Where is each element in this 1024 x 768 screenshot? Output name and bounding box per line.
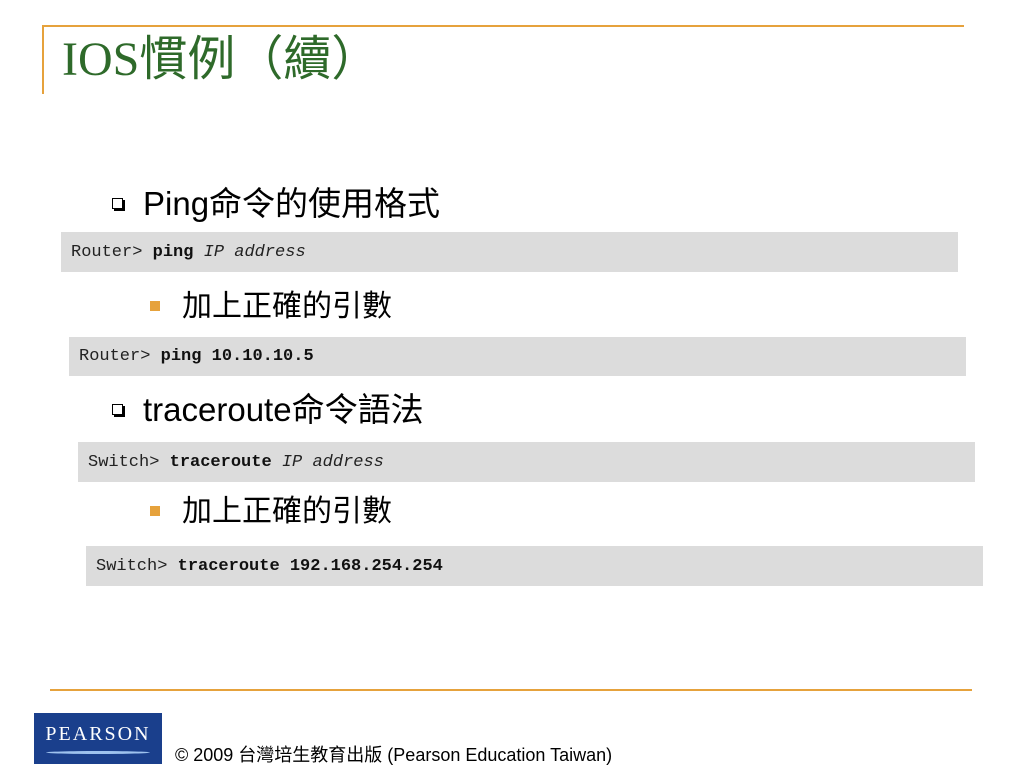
ping-syntax-argument: IP address [193,242,306,262]
square-bullet-icon [150,506,160,517]
traceroute-example-box: Switch> traceroute 192.168.254.254 [86,546,983,586]
ping-syntax-command: ping [152,242,194,262]
ping-example-prompt: Router> [79,347,161,366]
square-bullet-icon [150,301,160,312]
traceroute-syntax-argument: IP address [271,452,384,472]
traceroute-syntax-prompt: Switch> [88,452,170,472]
ping-example-command: ping 10.10.10.5 [160,347,314,366]
bullet-ping: Ping命令的使用格式 [112,187,440,220]
traceroute-syntax-command: traceroute [169,452,272,472]
ping-example-box: Router> ping 10.10.10.5 [69,337,966,376]
slide-title: IOS慣例（續） [62,33,380,86]
traceroute-example-prompt: Switch> [96,556,178,576]
copyright-text: © 2009 台灣培生教育出版 (Pearson Education Taiwa… [175,745,613,765]
pearson-logo: PEARSON [34,713,162,764]
pearson-logo-text: PEARSON [45,723,151,745]
hollow-square-bullet-icon [112,403,123,415]
title-rule-left [42,25,44,94]
sub-bullet-traceroute: 加上正確的引數 [150,497,392,527]
bullet-traceroute-label: traceroute命令語法 [143,391,424,428]
sub-bullet-ping: 加上正確的引數 [150,292,392,322]
traceroute-syntax-box: Switch> traceroute IP address [78,442,975,482]
hollow-square-bullet-icon [112,197,123,209]
logo-swoosh-icon [46,751,150,754]
traceroute-example-command: traceroute 192.168.254.254 [177,556,443,576]
ping-syntax-prompt: Router> [71,242,153,262]
title-rule-top [42,25,964,27]
bullet-traceroute: traceroute命令語法 [112,393,424,426]
sub-bullet-traceroute-label: 加上正確的引數 [182,495,392,528]
sub-bullet-ping-label: 加上正確的引數 [182,290,392,323]
footer-rule [50,689,972,691]
bullet-ping-label: Ping命令的使用格式 [143,185,441,222]
ping-syntax-box: Router> ping IP address [61,232,958,272]
